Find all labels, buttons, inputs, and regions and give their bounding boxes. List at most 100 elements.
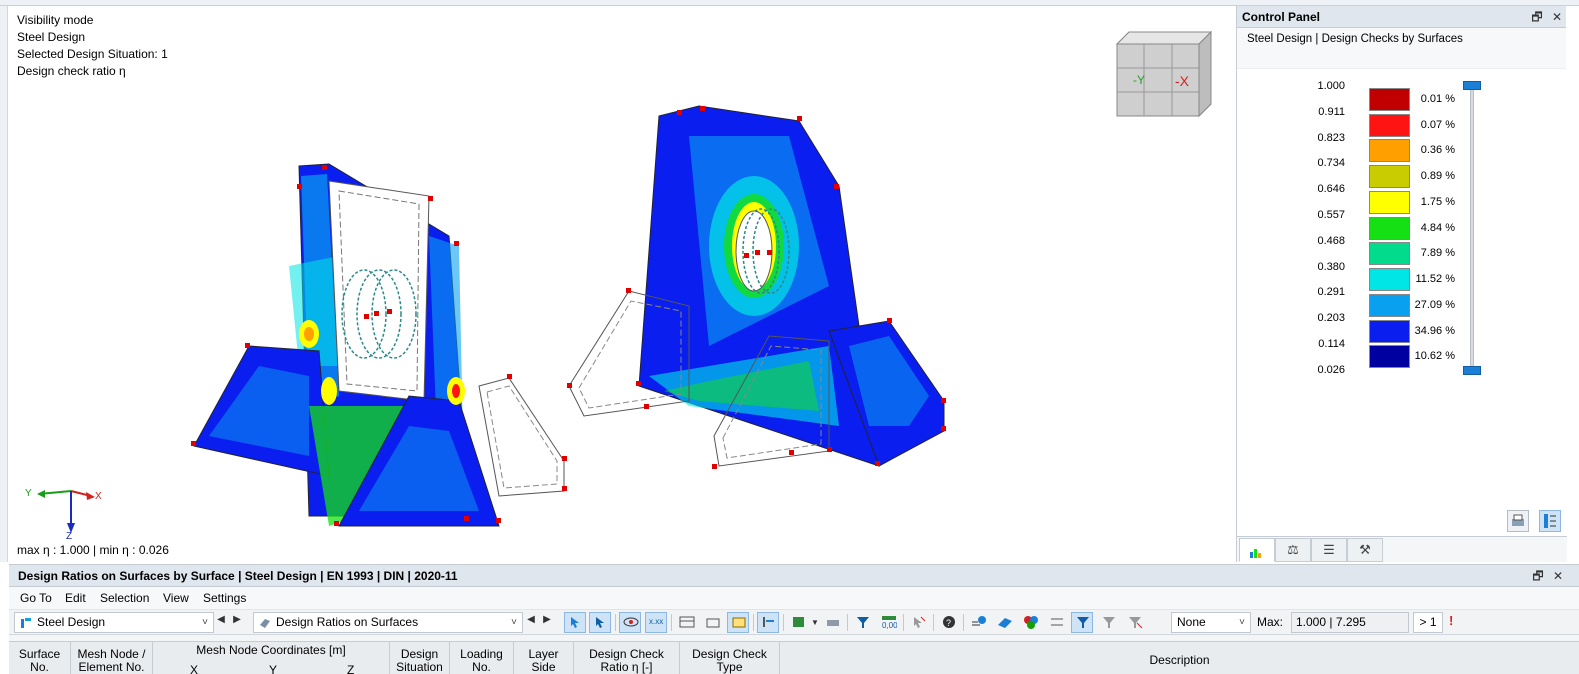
select-in-model-icon[interactable]: [589, 612, 611, 633]
legend-swatch: [1369, 191, 1410, 214]
col-coord-z: Z: [347, 663, 355, 674]
table-menu-bar: Go To Edit Selection View Settings: [9, 587, 1579, 609]
col-design-situation[interactable]: Design Situation: [390, 642, 450, 674]
max-value-field[interactable]: 1.000 | 7.295: [1291, 612, 1409, 633]
legend-value: 0.203: [1317, 312, 1345, 324]
model-scene[interactable]: -Y -X Y X Z: [9, 6, 1235, 562]
3d-viewport[interactable]: -Y -X Y X Z Visibility mode Steel Design…: [9, 6, 1235, 562]
module-select-value: Steel Design: [37, 615, 106, 629]
exceeding-filter-button[interactable]: > 1: [1413, 612, 1443, 633]
table-view-icon[interactable]: [675, 612, 697, 633]
legend-value: 0.911: [1318, 106, 1345, 118]
col-loading[interactable]: Loading No.: [450, 642, 514, 674]
export-icon[interactable]: [701, 612, 723, 633]
settings-icon[interactable]: ⚒: [1347, 538, 1383, 562]
col-layer[interactable]: Layer Side: [514, 642, 574, 674]
number-format-icon[interactable]: 0,00: [877, 612, 899, 633]
col-ratio[interactable]: Design Check Ratio η [-]: [574, 642, 680, 674]
control-panel-subtitle-bar: Steel Design | Design Checks by Surfaces: [1237, 28, 1566, 69]
info-icon[interactable]: [967, 612, 989, 633]
next-arrow-icon[interactable]: ▶: [231, 614, 243, 625]
col-coord-y: Y: [269, 663, 278, 674]
legend-value: 0.026: [1317, 364, 1345, 376]
surface-results-toggle-icon[interactable]: [993, 612, 1015, 633]
close-icon[interactable]: ✕: [1550, 568, 1566, 584]
arrange-icon[interactable]: [1045, 612, 1067, 633]
next-arrow-icon[interactable]: ▶: [541, 614, 553, 625]
toolbar-separator: [933, 614, 934, 631]
slider-handle-max[interactable]: [1463, 81, 1481, 90]
filter-off-icon[interactable]: [1097, 612, 1119, 633]
filter-active-icon[interactable]: [1071, 612, 1093, 633]
legend-range-slider[interactable]: [1470, 86, 1474, 373]
highlight-icon[interactable]: [727, 612, 749, 633]
col-surface-no[interactable]: Surface No.: [9, 642, 71, 674]
legend-percent: 1.75 %: [1420, 196, 1455, 208]
color-legend: 1.000 0.911 0.823 0.734 0.646 0.557 0.46…: [1237, 80, 1567, 380]
list-icon[interactable]: ☰: [1311, 538, 1347, 562]
svg-text:?: ?: [946, 618, 951, 628]
select-in-table-icon[interactable]: [564, 612, 586, 633]
print-table-icon[interactable]: [821, 612, 843, 633]
help-icon[interactable]: ?: [937, 612, 959, 633]
print-icon[interactable]: [1507, 510, 1529, 532]
excel-export-icon[interactable]: [787, 612, 809, 633]
col-mesh-node[interactable]: Mesh Node / Element No.: [71, 642, 153, 674]
decimal-places-icon[interactable]: x.xx: [645, 612, 667, 633]
steel-design-icon: [21, 618, 31, 628]
colors-icon[interactable]: [1019, 612, 1041, 633]
toolbar-separator: [903, 614, 904, 631]
surface-results-icon: [260, 619, 270, 628]
results-table-panel: Design Ratios on Surfaces by Surface | S…: [9, 564, 1579, 674]
legend-swatch: [1369, 139, 1410, 162]
legend-icon[interactable]: [1239, 538, 1275, 562]
legend-settings-icon[interactable]: [1539, 510, 1561, 532]
slider-handle-min[interactable]: [1463, 366, 1481, 375]
legend-percent: 11.52 %: [1415, 273, 1455, 285]
clear-selection-icon[interactable]: [907, 612, 929, 633]
filter-icon[interactable]: [851, 612, 873, 633]
menu-go-to[interactable]: Go To: [20, 591, 52, 605]
balance-icon[interactable]: ⚖: [1275, 538, 1311, 562]
cube-face-left-label: -Y: [1133, 73, 1145, 87]
menu-edit[interactable]: Edit: [65, 591, 86, 605]
result-select[interactable]: Design Ratios on Surfaces ˅: [253, 612, 523, 633]
close-icon[interactable]: ✕: [1549, 9, 1565, 25]
module-select[interactable]: Steel Design ˅: [14, 612, 214, 633]
view-visibility-icon[interactable]: [619, 612, 641, 633]
toolbar-separator: [847, 614, 848, 631]
prev-arrow-icon[interactable]: ◀: [215, 614, 227, 625]
col-coordinates[interactable]: Mesh Node Coordinates [m] X Y Z: [153, 642, 390, 674]
axis-triad: Y X Z: [25, 488, 102, 542]
left-bracket-model[interactable]: [191, 163, 567, 527]
filter-select[interactable]: None ˅: [1171, 612, 1251, 633]
toolbar-separator: [963, 614, 964, 631]
legend-swatch: [1369, 294, 1410, 317]
col-check-type[interactable]: Design Check Type: [680, 642, 780, 674]
menu-selection[interactable]: Selection: [100, 591, 149, 605]
column-chart-icon[interactable]: [757, 612, 779, 633]
navigation-cube[interactable]: -Y -X: [1115, 30, 1213, 118]
info-result-type: Design check ratio η: [17, 64, 126, 78]
restore-icon[interactable]: 🗗: [1530, 568, 1546, 584]
filter-remove-icon[interactable]: [1123, 612, 1145, 633]
legend-percent: 0.36 %: [1420, 144, 1455, 156]
menu-view[interactable]: View: [163, 591, 189, 605]
legend-swatch: [1369, 242, 1410, 265]
info-visibility-mode: Visibility mode: [17, 13, 94, 27]
restore-icon[interactable]: 🗗: [1529, 9, 1545, 25]
menu-settings[interactable]: Settings: [203, 591, 246, 605]
right-bracket-model[interactable]: [567, 105, 946, 469]
legend-swatch: [1369, 268, 1410, 291]
warning-icon[interactable]: !: [1449, 613, 1453, 628]
legend-value: 0.734: [1317, 157, 1345, 169]
axis-x-label: X: [95, 491, 102, 502]
filter-select-value: None: [1177, 615, 1206, 629]
axis-z-label: Z: [66, 531, 72, 542]
table-toolbar: Steel Design ˅ ◀ ▶ Design Ratios on Surf…: [9, 609, 1579, 635]
chevron-down-icon[interactable]: ▼: [809, 618, 821, 627]
col-description[interactable]: Description: [780, 642, 1579, 674]
prev-arrow-icon[interactable]: ◀: [525, 614, 537, 625]
legend-swatch: [1369, 165, 1410, 188]
chevron-down-icon: ˅: [511, 617, 517, 628]
